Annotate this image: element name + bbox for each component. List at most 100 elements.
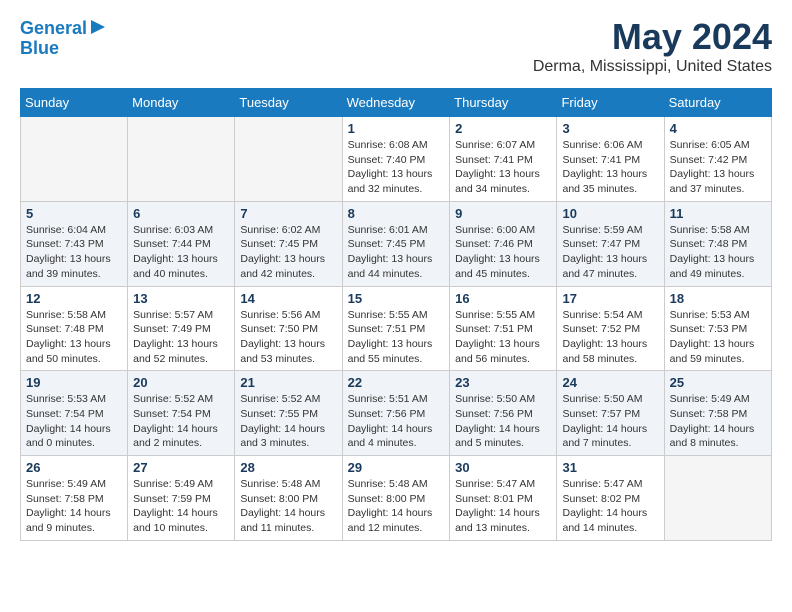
day-info: Sunrise: 5:59 AMSunset: 7:47 PMDaylight:… (562, 223, 658, 282)
day-number: 23 (455, 375, 551, 390)
calendar-day: 17Sunrise: 5:54 AMSunset: 7:52 PMDayligh… (557, 286, 664, 371)
day-number: 17 (562, 291, 658, 306)
day-number: 9 (455, 206, 551, 221)
calendar-day: 30 Sunrise: 5:47 AMSunset: 8:01 PMDayligh… (450, 456, 557, 541)
day-info: Sunrise: 6:00 AMSunset: 7:46 PMDaylight:… (455, 223, 551, 282)
location-title: Derma, Mississippi, United States (533, 58, 772, 76)
logo-arrow-icon (91, 18, 109, 36)
calendar-day: 18 Sunrise: 5:53 AMSunset: 7:53 PMDayligh… (664, 286, 771, 371)
day-header-wednesday: Wednesday (342, 89, 450, 117)
day-header-saturday: Saturday (664, 89, 771, 117)
day-info: Sunrise: 5:49 AMSunset: 7:58 PMDaylight:… (670, 392, 766, 451)
day-number: 21 (240, 375, 336, 390)
day-number: 28 (240, 460, 336, 475)
day-info: Sunrise: 6:07 AMSunset: 7:41 PMDaylight:… (455, 138, 551, 197)
day-number: 8 (348, 206, 445, 221)
calendar-day: 21 Sunrise: 5:52 AMSunset: 7:55 PMDayligh… (235, 371, 342, 456)
day-number: 29 (348, 460, 445, 475)
day-info: Sunrise: 5:52 AMSunset: 7:55 PMDaylight:… (240, 392, 336, 451)
calendar-day: 24Sunrise: 5:50 AMSunset: 7:57 PMDayligh… (557, 371, 664, 456)
calendar-day: 5 Sunrise: 6:04 AMSunset: 7:43 PMDaylight… (21, 201, 128, 286)
day-number: 16 (455, 291, 551, 306)
calendar-day: 16 Sunrise: 5:55 AMSunset: 7:51 PMDayligh… (450, 286, 557, 371)
calendar-table: SundayMondayTuesdayWednesdayThursdayFrid… (20, 88, 772, 541)
day-number: 25 (670, 375, 766, 390)
day-number: 10 (562, 206, 658, 221)
day-info: Sunrise: 5:47 AMSunset: 8:01 PMDaylight:… (455, 477, 551, 536)
day-info: Sunrise: 5:52 AMSunset: 7:54 PMDaylight:… (133, 392, 229, 451)
day-info: Sunrise: 6:02 AMSunset: 7:45 PMDaylight:… (240, 223, 336, 282)
day-info: Sunrise: 6:03 AMSunset: 7:44 PMDaylight:… (133, 223, 229, 282)
calendar-day: 10 Sunrise: 5:59 AMSunset: 7:47 PMDayligh… (557, 201, 664, 286)
day-info: Sunrise: 5:58 AMSunset: 7:48 PMDaylight:… (26, 308, 122, 367)
day-number: 1 (348, 121, 445, 136)
day-number: 18 (670, 291, 766, 306)
calendar-day: 27Sunrise: 5:49 AMSunset: 7:59 PMDayligh… (128, 456, 235, 541)
month-title: May 2024 (533, 16, 772, 58)
day-number: 30 (455, 460, 551, 475)
day-number: 2 (455, 121, 551, 136)
calendar-day: 11 Sunrise: 5:58 AMSunset: 7:48 PMDayligh… (664, 201, 771, 286)
calendar-day: 14 Sunrise: 5:56 AMSunset: 7:50 PMDayligh… (235, 286, 342, 371)
calendar-day: 28 Sunrise: 5:48 AMSunset: 8:00 PMDayligh… (235, 456, 342, 541)
day-number: 15 (348, 291, 445, 306)
day-info: Sunrise: 5:48 AMSunset: 8:00 PMDaylight:… (240, 477, 336, 536)
calendar-day: 3 Sunrise: 6:06 AMSunset: 7:41 PMDaylight… (557, 117, 664, 202)
day-header-sunday: Sunday (21, 89, 128, 117)
day-header-friday: Friday (557, 89, 664, 117)
day-info: Sunrise: 5:53 AMSunset: 7:53 PMDaylight:… (670, 308, 766, 367)
day-info: Sunrise: 6:06 AMSunset: 7:41 PMDaylight:… (562, 138, 658, 197)
calendar-header-row: SundayMondayTuesdayWednesdayThursdayFrid… (21, 89, 772, 117)
calendar-title: May 2024 Derma, Mississippi, United Stat… (533, 16, 772, 76)
day-number: 26 (26, 460, 122, 475)
day-number: 5 (26, 206, 122, 221)
day-info: Sunrise: 5:53 AMSunset: 7:54 PMDaylight:… (26, 392, 122, 451)
day-info: Sunrise: 5:50 AMSunset: 7:56 PMDaylight:… (455, 392, 551, 451)
calendar-day: 31Sunrise: 5:47 AMSunset: 8:02 PMDayligh… (557, 456, 664, 541)
day-number: 31 (562, 460, 658, 475)
calendar-day (664, 456, 771, 541)
day-info: Sunrise: 5:56 AMSunset: 7:50 PMDaylight:… (240, 308, 336, 367)
calendar-day: 4 Sunrise: 6:05 AMSunset: 7:42 PMDaylight… (664, 117, 771, 202)
calendar-day: 29 Sunrise: 5:48 AMSunset: 8:00 PMDayligh… (342, 456, 450, 541)
day-number: 13 (133, 291, 229, 306)
day-info: Sunrise: 5:49 AMSunset: 7:58 PMDaylight:… (26, 477, 122, 536)
day-number: 3 (562, 121, 658, 136)
day-number: 27 (133, 460, 229, 475)
day-info: Sunrise: 6:01 AMSunset: 7:45 PMDaylight:… (348, 223, 445, 282)
day-number: 7 (240, 206, 336, 221)
page-header: General Blue May 2024 Derma, Mississippi… (20, 16, 772, 76)
day-info: Sunrise: 5:57 AMSunset: 7:49 PMDaylight:… (133, 308, 229, 367)
calendar-day (21, 117, 128, 202)
day-info: Sunrise: 6:04 AMSunset: 7:43 PMDaylight:… (26, 223, 122, 282)
day-info: Sunrise: 5:58 AMSunset: 7:48 PMDaylight:… (670, 223, 766, 282)
day-number: 4 (670, 121, 766, 136)
day-number: 6 (133, 206, 229, 221)
day-info: Sunrise: 6:05 AMSunset: 7:42 PMDaylight:… (670, 138, 766, 197)
calendar-week-row: 12Sunrise: 5:58 AMSunset: 7:48 PMDayligh… (21, 286, 772, 371)
calendar-day: 2 Sunrise: 6:07 AMSunset: 7:41 PMDaylight… (450, 117, 557, 202)
logo: General Blue (20, 16, 109, 59)
calendar-day (235, 117, 342, 202)
calendar-day: 6 Sunrise: 6:03 AMSunset: 7:44 PMDaylight… (128, 201, 235, 286)
calendar-day: 23 Sunrise: 5:50 AMSunset: 7:56 PMDayligh… (450, 371, 557, 456)
logo-blue-text: Blue (20, 39, 59, 59)
calendar-day: 1 Sunrise: 6:08 AMSunset: 7:40 PMDaylight… (342, 117, 450, 202)
calendar-week-row: 5 Sunrise: 6:04 AMSunset: 7:43 PMDaylight… (21, 201, 772, 286)
day-number: 24 (562, 375, 658, 390)
calendar-week-row: 1 Sunrise: 6:08 AMSunset: 7:40 PMDaylight… (21, 117, 772, 202)
day-header-monday: Monday (128, 89, 235, 117)
calendar-day: 7 Sunrise: 6:02 AMSunset: 7:45 PMDaylight… (235, 201, 342, 286)
calendar-day: 26 Sunrise: 5:49 AMSunset: 7:58 PMDayligh… (21, 456, 128, 541)
day-number: 14 (240, 291, 336, 306)
day-info: Sunrise: 5:48 AMSunset: 8:00 PMDaylight:… (348, 477, 445, 536)
day-info: Sunrise: 5:55 AMSunset: 7:51 PMDaylight:… (348, 308, 445, 367)
day-number: 22 (348, 375, 445, 390)
logo-text: General (20, 19, 87, 39)
day-number: 11 (670, 206, 766, 221)
day-info: Sunrise: 5:55 AMSunset: 7:51 PMDaylight:… (455, 308, 551, 367)
day-number: 19 (26, 375, 122, 390)
day-header-thursday: Thursday (450, 89, 557, 117)
day-info: Sunrise: 6:08 AMSunset: 7:40 PMDaylight:… (348, 138, 445, 197)
calendar-day: 19 Sunrise: 5:53 AMSunset: 7:54 PMDayligh… (21, 371, 128, 456)
